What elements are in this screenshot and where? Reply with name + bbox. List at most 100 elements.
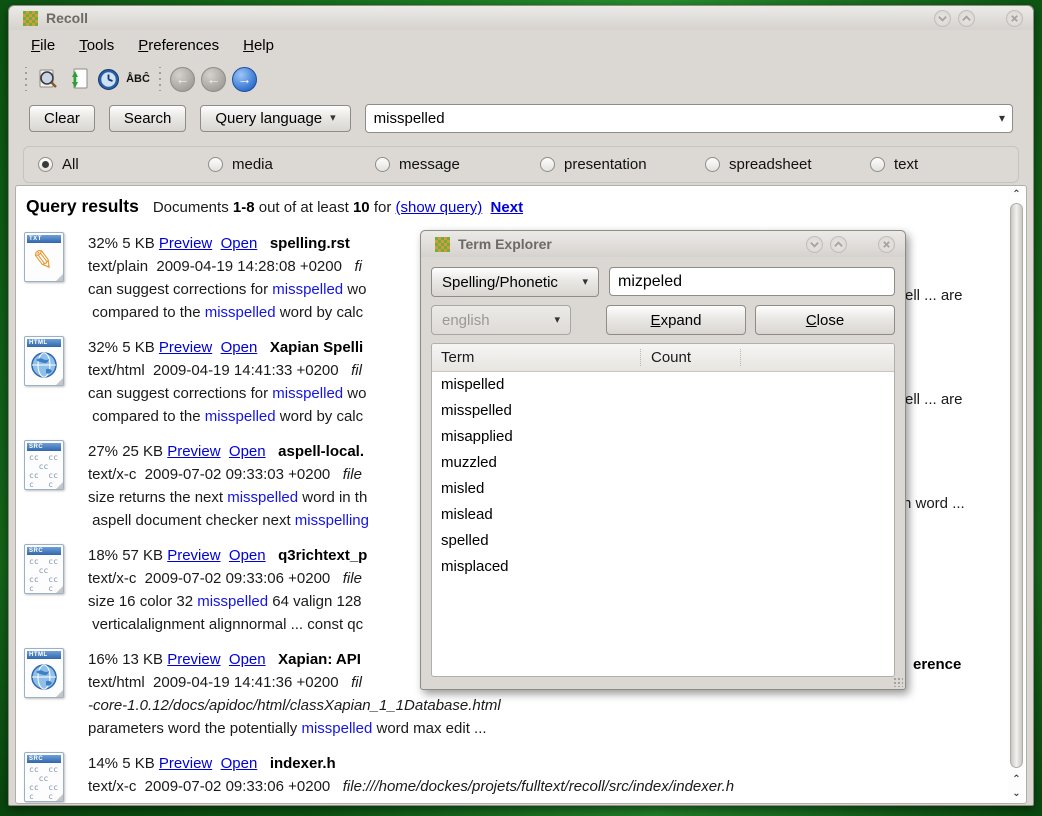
term-table-body: mispelledmisspelledmisappliedmuzzledmisl…: [432, 372, 894, 580]
text-segment: [257, 755, 270, 772]
scrollbar-thumb[interactable]: [1010, 203, 1023, 768]
column-divider: [740, 349, 741, 365]
text-segment: can suggest corrections for: [88, 281, 272, 298]
preview-link[interactable]: Preview: [167, 443, 220, 460]
close-icon[interactable]: [878, 236, 895, 253]
result-line: parameters word the potentially misspell…: [88, 717, 501, 740]
text-segment: fi: [354, 258, 362, 275]
preview-link[interactable]: Preview: [167, 651, 220, 668]
term-row[interactable]: misapplied: [432, 424, 894, 450]
title-bar[interactable]: Recoll: [9, 6, 1033, 30]
next-link[interactable]: Next: [491, 199, 524, 216]
menu-preferences[interactable]: Preferences: [138, 37, 219, 54]
preview-link[interactable]: Preview: [167, 547, 220, 564]
radio-icon[interactable]: [705, 157, 720, 172]
filter-radio-presentation[interactable]: presentation: [540, 156, 705, 173]
recoll-app-icon: [23, 11, 38, 26]
maximize-icon[interactable]: [830, 236, 847, 253]
result-text-fragment: ell ... are: [905, 388, 963, 411]
radio-icon[interactable]: [208, 157, 223, 172]
preview-link[interactable]: Preview: [159, 235, 212, 252]
term-row[interactable]: mispelled: [432, 372, 894, 398]
file-type-band: SRC: [27, 755, 61, 763]
next-page-icon[interactable]: →: [232, 67, 257, 92]
count-column-header[interactable]: Count: [640, 349, 740, 366]
show-query-link[interactable]: (show query): [396, 199, 483, 216]
term-row[interactable]: misplaced: [432, 554, 894, 580]
txt-file-icon: TXT✎: [24, 232, 64, 282]
text-segment: can suggest corrections for: [88, 385, 272, 402]
text-segment: file:///home/dockes/projets/fulltext/rec…: [343, 778, 734, 795]
term-row[interactable]: mislead: [432, 502, 894, 528]
radio-icon[interactable]: [540, 157, 555, 172]
clear-button[interactable]: Clear: [29, 105, 95, 132]
language-dropdown[interactable]: english ▾: [431, 305, 571, 335]
radio-selected-icon[interactable]: [38, 157, 53, 172]
menu-help[interactable]: Help: [243, 37, 274, 54]
scroll-down-icon[interactable]: ⌄: [1008, 786, 1025, 800]
text-segment: 32% 5 KB: [88, 235, 159, 252]
src-file-icon: SRCcc cc cc cc cc c c: [24, 544, 64, 594]
window-title: Recoll: [46, 10, 88, 26]
scroll-up-icon[interactable]: ⌃: [1008, 772, 1025, 786]
expand-mode-dropdown[interactable]: Spelling/Phonetic ▾: [431, 267, 599, 297]
menu-tools[interactable]: Tools: [79, 37, 114, 54]
filter-radio-spreadsheet[interactable]: spreadsheet: [705, 156, 870, 173]
term-row[interactable]: muzzled: [432, 450, 894, 476]
term-explorer-input[interactable]: [609, 267, 895, 296]
results-scrollbar[interactable]: ⌃ ⌃ ⌄: [1008, 187, 1025, 802]
first-page-icon[interactable]: ←: [170, 67, 195, 92]
query-language-dropdown[interactable]: Query language ▾: [200, 105, 350, 132]
radio-icon[interactable]: [375, 157, 390, 172]
search-input[interactable]: [365, 104, 1013, 133]
prev-page-icon[interactable]: ←: [201, 67, 226, 92]
text-segment: [221, 651, 229, 668]
open-link[interactable]: Open: [229, 443, 266, 460]
file-type-band: SRC: [27, 547, 61, 555]
expand-button[interactable]: Expand: [606, 305, 746, 335]
maximize-icon[interactable]: [958, 10, 975, 27]
close-button[interactable]: Close: [755, 305, 895, 335]
filter-radio-message[interactable]: message: [375, 156, 540, 173]
term-explorer-title-bar[interactable]: Term Explorer: [421, 231, 905, 257]
text-segment: text/plain 2009-04-19 14:28:08 +0200: [88, 258, 354, 275]
sort-by-dates-icon[interactable]: [63, 65, 93, 93]
term-explorer-icon[interactable]: ÅBĈ: [123, 65, 153, 93]
open-link[interactable]: Open: [229, 651, 266, 668]
open-link[interactable]: Open: [221, 339, 258, 356]
file-type-band: HTML: [27, 651, 61, 659]
result-text-fragment: ell ... are: [905, 284, 963, 307]
result-line: size 16 color 32 misspelled 64 valign 12…: [88, 590, 367, 613]
combo-chevron-down-icon[interactable]: ▾: [999, 111, 1005, 125]
search-button[interactable]: Search: [109, 105, 187, 132]
text-segment: fil: [351, 674, 362, 691]
text-segment: text/x-c 2009-07-02 09:33:06 +0200: [88, 778, 343, 795]
radio-icon[interactable]: [870, 157, 885, 172]
preview-link[interactable]: Preview: [159, 755, 212, 772]
sort-by-date-clock-icon[interactable]: [93, 65, 123, 93]
minimize-icon[interactable]: [934, 10, 951, 27]
menu-file[interactable]: File: [31, 37, 55, 54]
resize-grip-icon[interactable]: [893, 677, 903, 687]
minimize-icon[interactable]: [806, 236, 823, 253]
open-link[interactable]: Open: [229, 547, 266, 564]
menu-bar: File Tools Preferences Help: [9, 30, 1033, 60]
scroll-up-icon[interactable]: ⌃: [1008, 187, 1025, 201]
filter-radio-text[interactable]: text: [870, 156, 970, 173]
open-link[interactable]: Open: [221, 755, 258, 772]
term-table-header[interactable]: Term Count: [432, 344, 894, 372]
term-row[interactable]: misled: [432, 476, 894, 502]
text-segment: misspelled: [301, 720, 372, 737]
filter-radio-media[interactable]: media: [208, 156, 375, 173]
preview-link[interactable]: Preview: [159, 339, 212, 356]
filter-radio-all[interactable]: All: [38, 156, 208, 173]
text-segment: misspelled: [227, 489, 298, 506]
term-column-header[interactable]: Term: [432, 349, 640, 366]
close-icon[interactable]: [1006, 10, 1023, 27]
clear-search-icon[interactable]: [33, 65, 63, 93]
text-segment: 64 valign 128: [268, 593, 361, 610]
text-segment: 1-8: [233, 199, 255, 216]
term-row[interactable]: misspelled: [432, 398, 894, 424]
term-row[interactable]: spelled: [432, 528, 894, 554]
open-link[interactable]: Open: [221, 235, 258, 252]
